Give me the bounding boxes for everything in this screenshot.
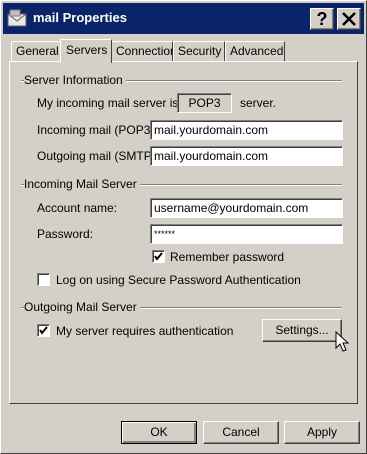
tab-connection[interactable]: Connection (111, 41, 177, 61)
outgoing-mail-label: Outgoing mail (SMTP): (37, 149, 160, 163)
cancel-button[interactable]: Cancel (203, 421, 279, 444)
settings-button[interactable]: Settings... (262, 319, 342, 342)
requires-auth-checkbox[interactable] (37, 324, 50, 337)
spa-label[interactable]: Log on using Secure Password Authenticat… (56, 273, 301, 287)
apply-button[interactable]: Apply (284, 421, 360, 444)
close-icon (341, 11, 357, 31)
account-name-input[interactable]: username@yourdomain.com (150, 198, 343, 218)
checkmark-icon (154, 252, 163, 261)
help-button[interactable]: ? (310, 8, 334, 30)
password-label: Password: (37, 227, 94, 241)
tab-security[interactable]: Security (173, 41, 225, 61)
incoming-mail-label: Incoming mail (POP3): (37, 123, 158, 137)
ok-button[interactable]: OK (121, 421, 197, 444)
tab-advanced[interactable]: Advanced (225, 41, 285, 61)
incoming-mail-input[interactable]: mail.yourdomain.com (150, 120, 343, 140)
mouse-cursor-icon (335, 330, 350, 356)
remember-password-label[interactable]: Remember password (170, 250, 284, 264)
incoming-type-prefix: My incoming mail server is a (37, 96, 189, 110)
incoming-server-group-label: Incoming Mail Server (24, 177, 140, 191)
close-button[interactable] (337, 8, 361, 30)
active-tab-join (61, 60, 111, 63)
spa-checkbox[interactable] (37, 273, 50, 286)
remember-password-checkbox[interactable] (152, 250, 165, 263)
server-info-group-label: Server Information (24, 73, 126, 87)
outgoing-mail-input[interactable]: mail.yourdomain.com (150, 146, 343, 166)
properties-dialog: mail Properties ? General Servers Connec… (0, 0, 367, 454)
requires-auth-label[interactable]: My server requires authentication (56, 324, 233, 338)
account-name-label: Account name: (37, 201, 118, 215)
title-bar[interactable]: mail Properties ? (3, 3, 364, 34)
incoming-type-suffix: server. (240, 96, 277, 110)
checkmark-icon (39, 326, 48, 335)
tab-general[interactable]: General (11, 41, 61, 61)
window-title: mail Properties (33, 10, 127, 25)
outgoing-server-group-label: Outgoing Mail Server (24, 300, 140, 314)
mail-account-icon (6, 8, 28, 30)
password-input[interactable]: ****** (150, 224, 343, 244)
server-type-field: POP3 (177, 93, 232, 113)
